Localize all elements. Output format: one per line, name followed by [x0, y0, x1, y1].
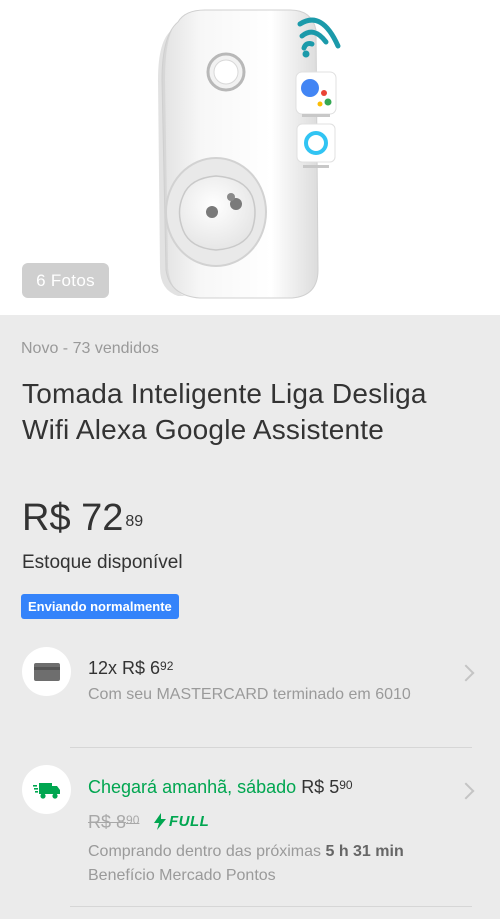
countdown-prefix: Comprando dentro das próximas: [88, 843, 322, 860]
full-label: FULL: [169, 813, 210, 830]
alexa-icon: [296, 123, 336, 168]
countdown-time: 5 h 31 min: [325, 843, 404, 860]
divider: [70, 906, 472, 907]
product-price: R$ 72 89: [22, 496, 143, 540]
product-title: Tomada Inteligente Liga Desliga Wifi Ale…: [22, 378, 427, 445]
shipping-status-badge: Enviando normalmente: [21, 594, 179, 619]
shipping-chevron-icon[interactable]: [457, 782, 475, 800]
price-cents: 89: [125, 513, 144, 530]
arrival-day: amanhã, sábado: [162, 777, 297, 797]
installments-text[interactable]: 12x R$ 692: [88, 658, 173, 679]
installments-amount: 12x R$ 6: [88, 658, 161, 678]
product-details: Novo - 73 vendidos Tomada Inteligente Li…: [0, 315, 500, 919]
delivery-truck-icon: [22, 765, 71, 814]
price-main: R$ 72: [22, 497, 124, 539]
credit-card-icon: [22, 647, 71, 696]
product-image-gallery[interactable]: 6 Fotos: [0, 0, 500, 315]
lightning-icon: [154, 813, 166, 830]
installments-cents: 92: [160, 659, 174, 673]
mercado-pontos-text: Benefício Mercado Pontos: [88, 867, 276, 884]
countdown-text: Comprando dentro das próximas 5 h 31 min: [88, 843, 404, 861]
divider: [70, 747, 472, 748]
old-shipping-price: R$ 890: [88, 812, 140, 832]
condition-sold-count: Novo - 73 vendidos: [21, 340, 159, 357]
full-badge: FULL: [154, 813, 209, 830]
photo-count-badge[interactable]: 6 Fotos: [22, 263, 109, 298]
arrival-prefix: Chegará: [88, 777, 158, 797]
shipping-price: R$ 590: [301, 777, 353, 797]
google-assistant-icon: [295, 71, 337, 117]
card-info: Com seu MASTERCARD terminado em 6010: [88, 686, 411, 703]
stock-status: Estoque disponível: [22, 552, 183, 573]
arrival-text[interactable]: Chegará amanhã, sábado R$ 590: [88, 777, 353, 798]
payment-chevron-icon[interactable]: [457, 664, 475, 682]
